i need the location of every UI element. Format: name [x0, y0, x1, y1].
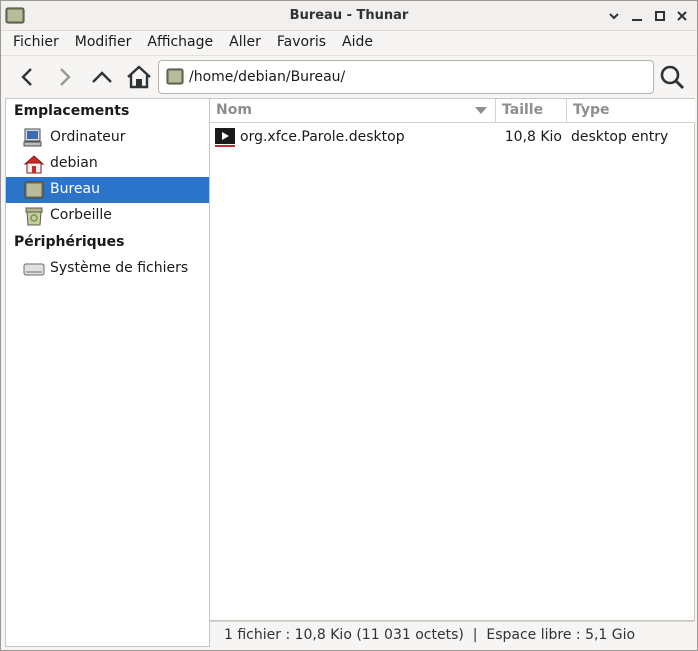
file-size: 10,8 Kio: [504, 129, 562, 145]
status-text: 1 fichier : 10,8 Kio (11 031 octets) | E…: [224, 627, 636, 643]
column-type-label: Type: [573, 102, 610, 118]
search-icon: [660, 65, 685, 90]
close-icon: [677, 11, 687, 21]
maximize-icon: [655, 11, 665, 21]
menu-affichage[interactable]: Affichage: [139, 32, 221, 54]
maximize-button[interactable]: [651, 7, 669, 25]
sidebar-item-systeme-de-fichiers[interactable]: Système de fichiers: [6, 256, 209, 282]
menu-fichier[interactable]: Fichier: [1, 32, 67, 54]
table-row[interactable]: org.xfce.Parole.desktop 10,8 Kio desktop…: [210, 125, 695, 151]
sidebar-heading-devices: Périphériques: [14, 234, 125, 250]
drive-icon: [23, 263, 45, 276]
home-button[interactable]: [124, 62, 154, 92]
window-title: Bureau - Thunar: [289, 8, 409, 23]
computer-icon: [23, 128, 42, 147]
sidebar-item-label: Système de fichiers: [50, 260, 189, 276]
forward-button[interactable]: [49, 62, 79, 92]
location-bar[interactable]: [158, 60, 654, 94]
home-icon: [127, 65, 151, 89]
toolbar: [1, 55, 697, 97]
sidebar: Emplacements Ordinateur debian Bureau Co…: [5, 98, 210, 647]
status-bar: 1 fichier : 10,8 Kio (11 031 octets) | E…: [210, 621, 695, 647]
menu-favoris[interactable]: Favoris: [269, 32, 334, 54]
arrow-left-icon: [21, 68, 32, 86]
column-header-size[interactable]: Taille: [496, 99, 567, 123]
location-input[interactable]: [189, 65, 639, 89]
desktop-icon: [24, 181, 44, 199]
trash-icon: [25, 207, 43, 226]
column-header-name[interactable]: Nom: [210, 99, 496, 123]
file-list[interactable]: Nom Taille Type org.xfce.Parole.desktop …: [210, 98, 695, 621]
title-bar[interactable]: Bureau - Thunar: [1, 1, 697, 31]
file-name: org.xfce.Parole.desktop: [240, 129, 405, 145]
thunar-window: Bureau - Thunar Fichier Modifier Afficha…: [0, 0, 698, 651]
sidebar-item-label: Bureau: [50, 181, 100, 197]
menu-aller[interactable]: Aller: [221, 32, 269, 54]
menu-bar: Fichier Modifier Affichage Aller Favoris…: [1, 32, 697, 54]
media-player-icon: [215, 128, 235, 147]
back-button[interactable]: [13, 62, 43, 92]
column-header-type[interactable]: Type: [567, 99, 695, 123]
search-button[interactable]: [656, 62, 688, 92]
sidebar-item-label: debian: [50, 155, 98, 171]
column-size-label: Taille: [502, 102, 544, 118]
desktop-icon: [166, 68, 184, 85]
window-menu-button[interactable]: [605, 7, 623, 25]
menu-aide[interactable]: Aide: [334, 32, 381, 54]
arrow-right-icon: [60, 68, 71, 86]
sidebar-item-ordinateur[interactable]: Ordinateur: [6, 125, 209, 151]
file-type: desktop entry: [571, 129, 669, 145]
sidebar-item-debian[interactable]: debian: [6, 151, 209, 177]
minimize-button[interactable]: [628, 7, 646, 25]
sidebar-item-label: Corbeille: [50, 207, 112, 223]
parent-folder-button[interactable]: [87, 62, 117, 92]
column-name-label: Nom: [216, 102, 252, 118]
minimize-icon: [632, 19, 642, 21]
sidebar-heading-places: Emplacements: [14, 103, 130, 119]
arrow-up-icon: [92, 71, 112, 83]
home-folder-icon: [23, 155, 45, 174]
chevron-down-icon: [609, 13, 619, 20]
menu-modifier[interactable]: Modifier: [67, 32, 140, 54]
sidebar-item-bureau[interactable]: Bureau: [6, 177, 209, 203]
sort-descending-icon: [475, 107, 487, 114]
sidebar-item-label: Ordinateur: [50, 129, 126, 145]
sidebar-item-corbeille[interactable]: Corbeille: [6, 203, 209, 229]
close-button[interactable]: [673, 7, 691, 25]
